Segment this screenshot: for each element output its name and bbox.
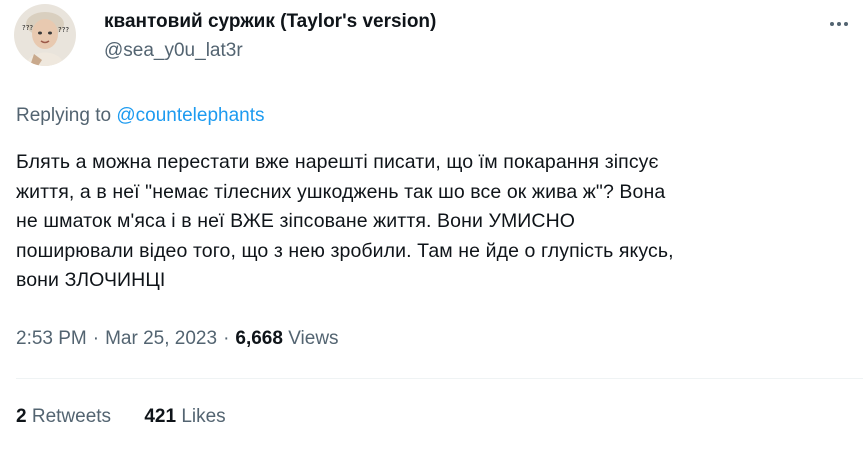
author-names: квантовий суржик (Taylor's version) @sea… — [104, 10, 436, 64]
views-count: 6,668 — [235, 328, 283, 349]
reply-mention-link[interactable]: @countelephants — [116, 105, 264, 126]
svg-text:???: ??? — [22, 24, 33, 32]
avatar[interactable]: ??? ??? — [14, 4, 76, 66]
meta-separator: · — [92, 328, 100, 349]
tweet-time[interactable]: 2:53 PM — [16, 328, 87, 349]
more-options-button[interactable] — [824, 12, 854, 36]
divider — [16, 378, 863, 379]
avatar-photo-icon: ??? ??? — [14, 4, 76, 66]
tweet-text: Блять а можна перестати вже нарешті писа… — [16, 151, 674, 291]
retweets-stat[interactable]: 2 Retweets — [16, 404, 111, 430]
likes-stat[interactable]: 421 Likes — [144, 404, 225, 430]
likes-count: 421 — [144, 406, 177, 427]
tweet-detail: ??? ??? квантовий суржик (Taylor's versi… — [0, 0, 867, 454]
more-options-icon — [830, 22, 834, 26]
tweet-meta: 2:53 PM · Mar 25, 2023 · 6,668 Views — [16, 326, 339, 352]
retweets-label: Retweets — [31, 406, 112, 427]
views-label: Views — [288, 328, 339, 349]
tweet-date[interactable]: Mar 25, 2023 — [105, 328, 217, 349]
user-handle[interactable]: @sea_y0u_lat3r — [104, 38, 436, 64]
more-options-icon-dot — [837, 22, 841, 26]
display-name[interactable]: квантовий суржик (Taylor's version) — [104, 10, 436, 34]
tweet-header: ??? ??? квантовий суржик (Taylor's versi… — [14, 4, 854, 80]
meta-separator: · — [223, 328, 230, 349]
replying-to: Replying to @countelephants — [16, 103, 265, 129]
more-options-icon-dot — [844, 22, 848, 26]
svg-text:???: ??? — [58, 26, 69, 34]
replying-to-label: Replying to — [16, 105, 112, 126]
retweets-count: 2 — [16, 406, 27, 427]
likes-label: Likes — [181, 406, 226, 427]
tweet-stats: 2 Retweets 421 Likes — [16, 404, 226, 430]
